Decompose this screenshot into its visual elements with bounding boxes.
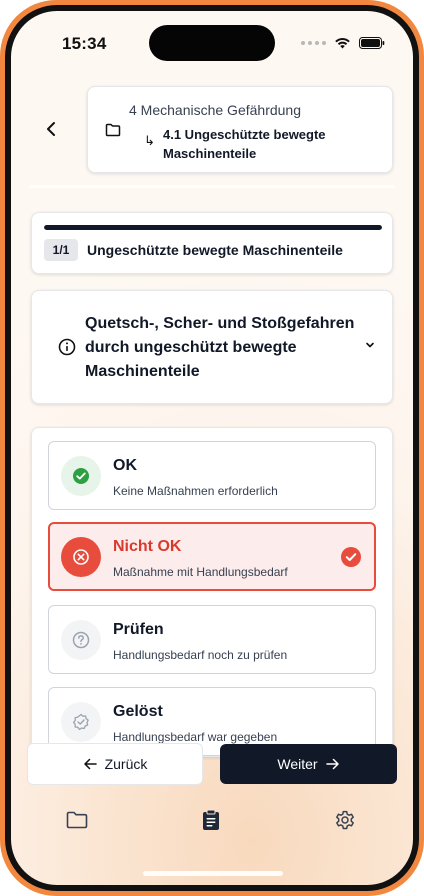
progress-fill	[44, 225, 382, 230]
option-title: Nicht OK	[113, 538, 182, 555]
next-button[interactable]: Weiter	[220, 744, 397, 784]
tab-projects[interactable]	[62, 807, 92, 833]
option-ok[interactable]: OK Keine Maßnahmen erforderlich	[48, 441, 376, 510]
header-divider	[29, 185, 395, 188]
question-card[interactable]: Quetsch-, Scher- und Stoßgefahren durch …	[31, 290, 393, 404]
chevron-down-icon[interactable]	[364, 340, 376, 350]
status-icons	[301, 37, 385, 49]
question-circle-icon	[61, 620, 101, 660]
badge-check-icon	[61, 702, 101, 742]
subdirectory-arrow-icon: ↳	[144, 133, 155, 148]
settings-icon	[336, 810, 354, 830]
next-button-label: Weiter	[277, 756, 318, 772]
option-not-ok[interactable]: Nicht OK Maßnahme mit Handlungsbedarf	[48, 522, 376, 591]
chevron-left-icon	[47, 122, 55, 136]
option-title: Gelöst	[113, 703, 163, 720]
question-text: Quetsch-, Scher- und Stoßgefahren durch …	[85, 315, 355, 380]
arrow-left-icon	[83, 758, 97, 770]
tab-checklist[interactable]	[196, 807, 226, 833]
selected-check-icon	[341, 547, 361, 567]
breadcrumb-current: 4.1 Ungeschützte bewegte Maschinenteile	[163, 127, 326, 161]
check-circle-icon	[61, 456, 101, 496]
battery-icon	[359, 37, 385, 49]
option-title: OK	[113, 457, 137, 474]
option-subtitle: Handlungsbedarf noch zu prüfen	[113, 648, 288, 662]
clipboard-icon	[203, 809, 219, 830]
option-subtitle: Maßnahme mit Handlungsbedarf	[113, 565, 288, 579]
app-screen: 15:34 4 Mechanische Gefährdung ↳ 4.1 Ung…	[11, 11, 413, 885]
breadcrumb-parent: 4 Mechanische Gefährdung	[129, 102, 301, 118]
tab-settings[interactable]	[330, 807, 360, 833]
option-subtitle: Handlungsbedarf war gegeben	[113, 730, 278, 744]
home-indicator	[143, 871, 283, 876]
back-button[interactable]: Zurück	[27, 743, 203, 785]
status-time: 15:34	[62, 34, 107, 53]
back-chevron-button[interactable]	[37, 115, 65, 143]
progress-counter-badge: 1/1	[44, 239, 78, 261]
progress-card: 1/1 Ungeschützte bewegte Maschinenteile	[31, 212, 393, 274]
folder-icon	[105, 123, 121, 137]
wifi-icon	[335, 38, 350, 49]
option-check[interactable]: Prüfen Handlungsbedarf noch zu prüfen	[48, 605, 376, 674]
device-frame: 15:34 4 Mechanische Gefährdung ↳ 4.1 Ung…	[0, 0, 424, 896]
option-subtitle: Keine Maßnahmen erforderlich	[113, 484, 278, 498]
device-bezel: 15:34 4 Mechanische Gefährdung ↳ 4.1 Ung…	[5, 5, 419, 891]
arrow-right-icon	[325, 758, 339, 770]
x-circle-icon	[61, 537, 101, 577]
info-icon[interactable]	[58, 338, 76, 356]
section-title: Ungeschützte bewegte Maschinenteile	[87, 242, 343, 258]
progress-bar	[44, 225, 382, 230]
folder-icon	[66, 811, 88, 829]
signal-dots-icon	[301, 41, 326, 45]
back-button-label: Zurück	[104, 756, 148, 772]
dynamic-island	[149, 25, 275, 61]
option-title: Prüfen	[113, 621, 164, 638]
breadcrumb[interactable]: 4 Mechanische Gefährdung ↳ 4.1 Ungeschüt…	[87, 86, 393, 173]
answer-options: OK Keine Maßnahmen erforderlich Nicht OK…	[31, 427, 393, 757]
